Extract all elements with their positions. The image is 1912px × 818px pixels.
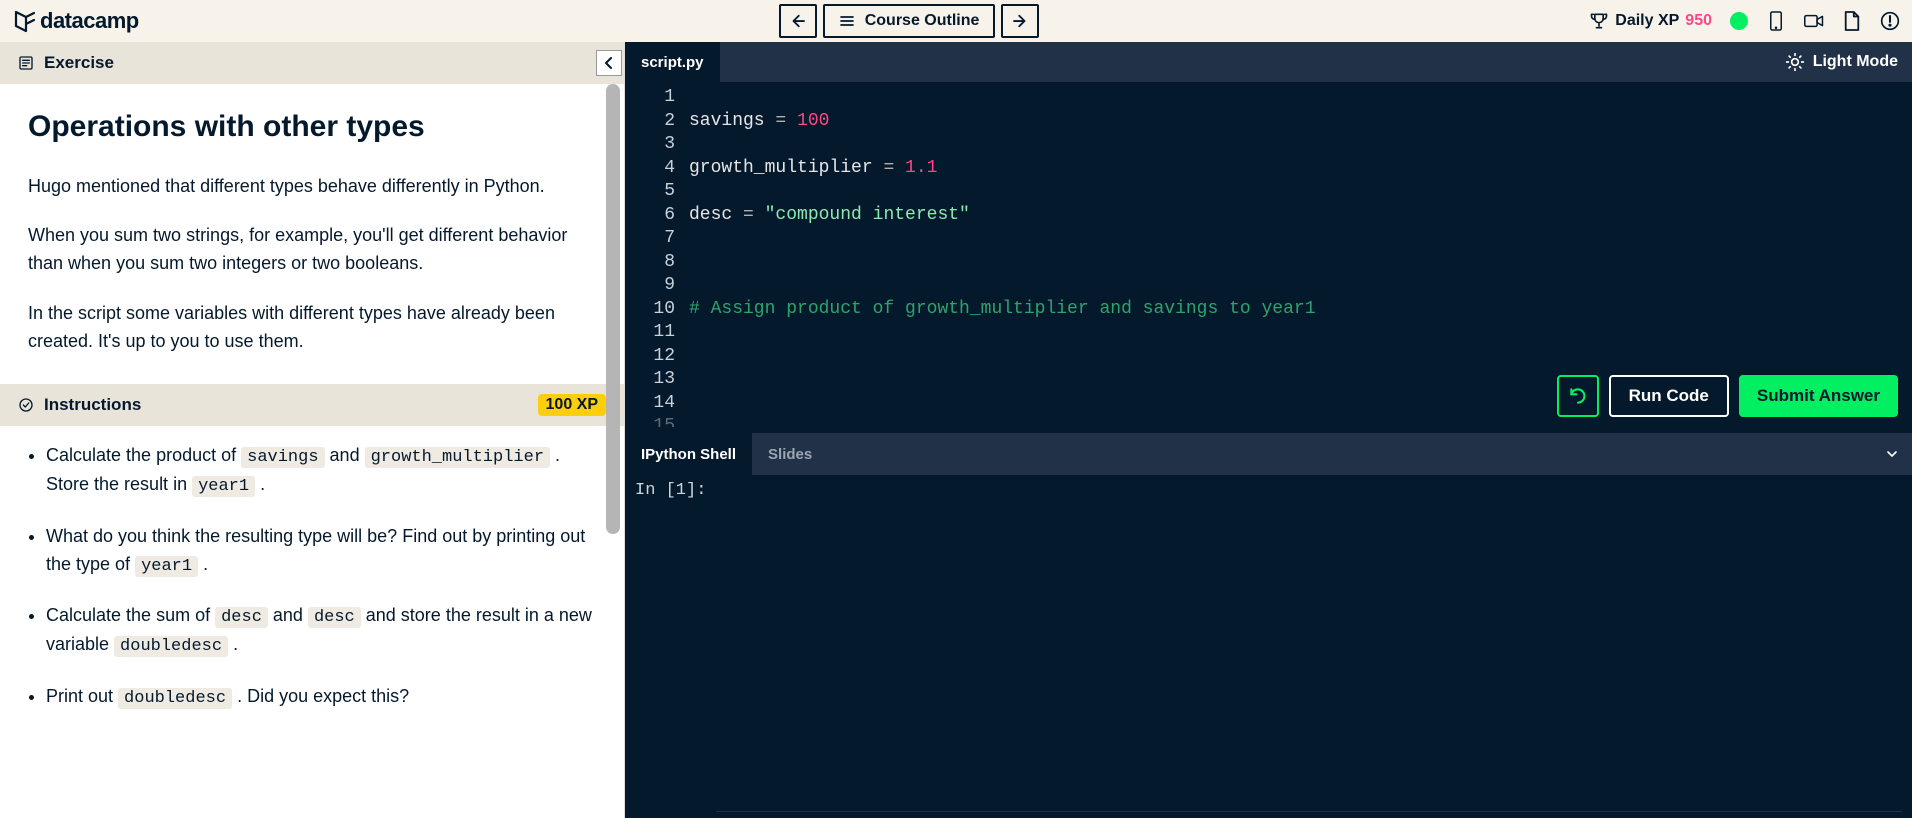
instruction-item: Calculate the sum of desc and desc and s… [46,602,596,661]
chevron-down-icon [1884,446,1900,462]
shell-prompt: In [1]: [635,481,706,812]
sun-icon [1785,52,1805,72]
code-token: desc [215,607,268,628]
mobile-icon[interactable] [1766,11,1786,31]
status-indicator [1730,12,1748,30]
reset-button[interactable] [1557,375,1599,417]
code-token: year1 [135,556,198,577]
tab-ipython-shell[interactable]: IPython Shell [625,433,752,475]
run-code-button[interactable]: Run Code [1609,375,1729,417]
expand-shell-button[interactable] [1872,446,1912,462]
exercise-header: Exercise [0,42,624,84]
exercise-label: Exercise [44,53,114,73]
datacamp-logo-icon [12,9,36,33]
arrow-right-icon [1011,12,1029,30]
collapse-panel-button[interactable] [596,50,622,76]
code-panel: script.py Light Mode 1 2 3 4 5 6 7 8 9 [625,42,1912,818]
code-token: desc [308,607,361,628]
daily-xp-label: Daily XP [1615,12,1679,30]
code-token: doubledesc [118,688,232,709]
exercise-paragraph: Hugo mentioned that different types beha… [28,173,596,201]
xp-badge: 100 XP [538,394,606,416]
scrollbar-thumb[interactable] [606,84,620,534]
exercise-paragraph: In the script some variables with differ… [28,300,596,356]
arrow-left-icon [789,12,807,30]
code-token: growth_multiplier [365,447,550,468]
check-circle-icon [18,397,34,413]
tab-slides[interactable]: Slides [752,433,828,475]
video-icon[interactable] [1804,11,1824,31]
light-mode-toggle[interactable]: Light Mode [1771,52,1912,72]
instruction-item: Calculate the product of savings and gro… [46,442,596,501]
chevron-left-icon [604,57,614,69]
trophy-icon [1589,11,1609,31]
instructions-header: Instructions 100 XP [0,384,624,426]
next-exercise-button[interactable] [1001,4,1039,38]
instruction-item: Print out doubledesc . Did you expect th… [46,683,596,712]
ipython-shell[interactable]: In [1]: [625,475,1912,818]
submit-answer-button[interactable]: Submit Answer [1739,375,1898,417]
instructions-label: Instructions [44,395,141,415]
hamburger-icon [839,13,855,29]
code-token: doubledesc [114,636,228,657]
undo-icon [1568,386,1588,406]
daily-xp-value: 950 [1685,12,1712,30]
code-token: year1 [192,476,255,497]
instruction-item: What do you think the resulting type wil… [46,523,596,580]
exercise-paragraph: When you sum two strings, for example, y… [28,222,596,278]
prev-exercise-button[interactable] [779,4,817,38]
line-gutter: 1 2 3 4 5 6 7 8 9 10 11 12 13 14 15 [625,86,689,427]
code-token: savings [241,447,324,468]
course-outline-label: Course Outline [865,12,980,30]
daily-xp[interactable]: Daily XP 950 [1589,11,1712,31]
document-icon[interactable] [1842,11,1862,31]
brand-logo[interactable]: datacamp [12,8,139,34]
exercise-title: Operations with other types [28,104,596,151]
exercise-panel: Exercise Operations with other types Hug… [0,42,625,818]
course-outline-button[interactable]: Course Outline [823,4,996,38]
exercise-icon [18,55,34,71]
file-tab[interactable]: script.py [625,42,720,82]
brand-name: datacamp [40,8,139,34]
shell-input[interactable] [716,481,1902,812]
alert-icon[interactable] [1880,11,1900,31]
